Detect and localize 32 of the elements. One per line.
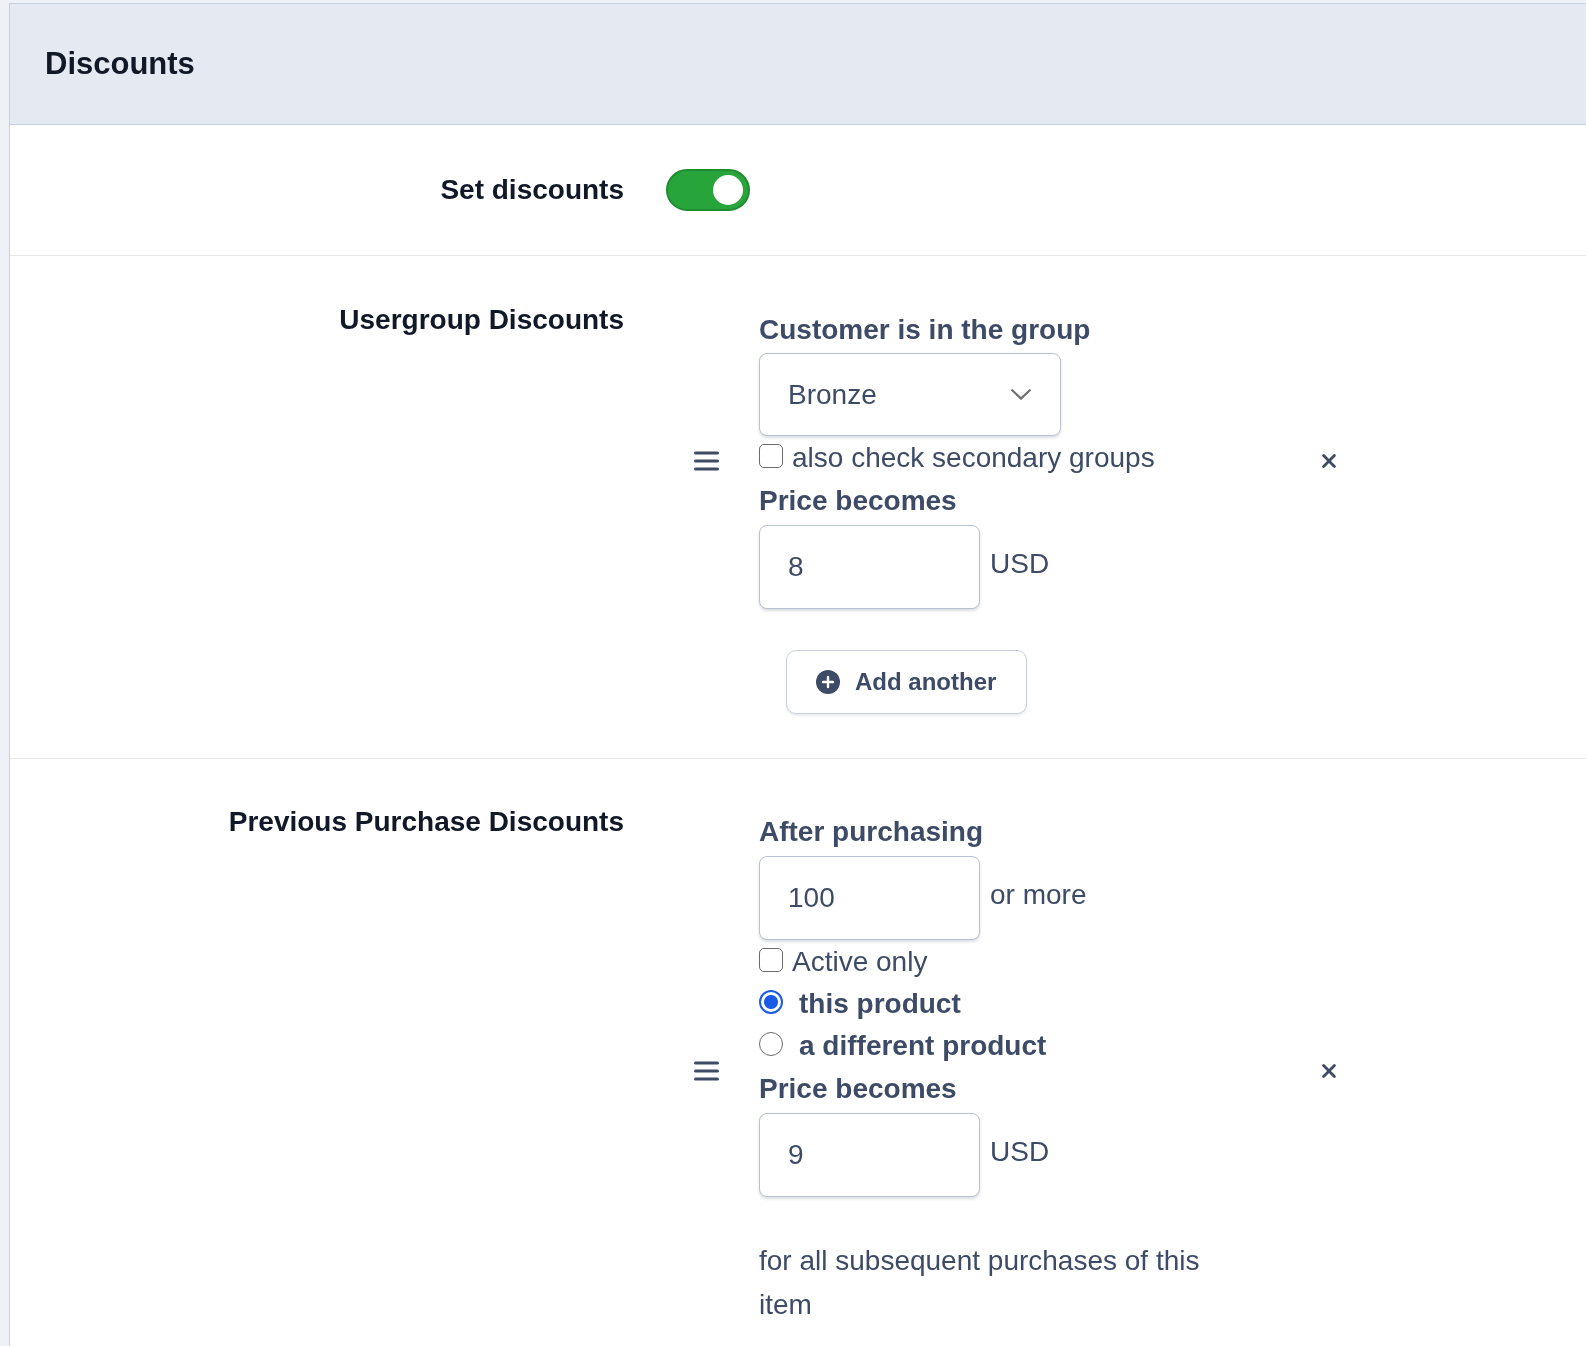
unit-label: or more bbox=[990, 879, 1087, 911]
section-label: Previous Purchase Discounts bbox=[227, 805, 624, 839]
field-label: Customer is in the group bbox=[759, 313, 1091, 347]
checkbox-label: Active only bbox=[792, 946, 928, 978]
input-field[interactable]: 100 bbox=[759, 856, 980, 940]
section-label: Usergroup Discounts bbox=[338, 303, 624, 337]
panel-title: Discounts bbox=[45, 46, 195, 82]
radio-button[interactable] bbox=[759, 990, 783, 1014]
checkbox-label: also check secondary groups bbox=[792, 442, 1155, 474]
checkbox[interactable] bbox=[759, 948, 783, 972]
toggle-switch[interactable] bbox=[666, 169, 750, 211]
checkbox[interactable] bbox=[759, 444, 783, 468]
input-field[interactable]: 9 bbox=[759, 1113, 980, 1197]
chevron-down-icon bbox=[1011, 389, 1031, 400]
field-label: Price becomes bbox=[759, 1072, 957, 1106]
input-field[interactable]: 8 bbox=[759, 525, 980, 609]
toggle-label: Set discounts bbox=[439, 173, 624, 207]
dropdown[interactable]: Bronze bbox=[759, 353, 1061, 436]
hamburger-icon[interactable] bbox=[694, 1061, 719, 1081]
radio-button[interactable] bbox=[759, 1032, 783, 1056]
unit-label: USD bbox=[990, 548, 1050, 580]
close-icon[interactable] bbox=[1322, 454, 1336, 468]
plus-circle-icon bbox=[816, 670, 840, 694]
field-label: Price becomes bbox=[759, 484, 957, 518]
close-icon[interactable] bbox=[1322, 1064, 1336, 1078]
add-another-button[interactable]: Add another bbox=[786, 650, 1028, 714]
help-text: for all subsequent purchases of this item bbox=[759, 1244, 1201, 1322]
field-label: After purchasing bbox=[759, 815, 984, 849]
radio-label: a different product bbox=[799, 1030, 1047, 1062]
hamburger-icon[interactable] bbox=[694, 451, 719, 471]
unit-label: USD bbox=[990, 1136, 1050, 1168]
radio-label: this product bbox=[799, 988, 961, 1020]
